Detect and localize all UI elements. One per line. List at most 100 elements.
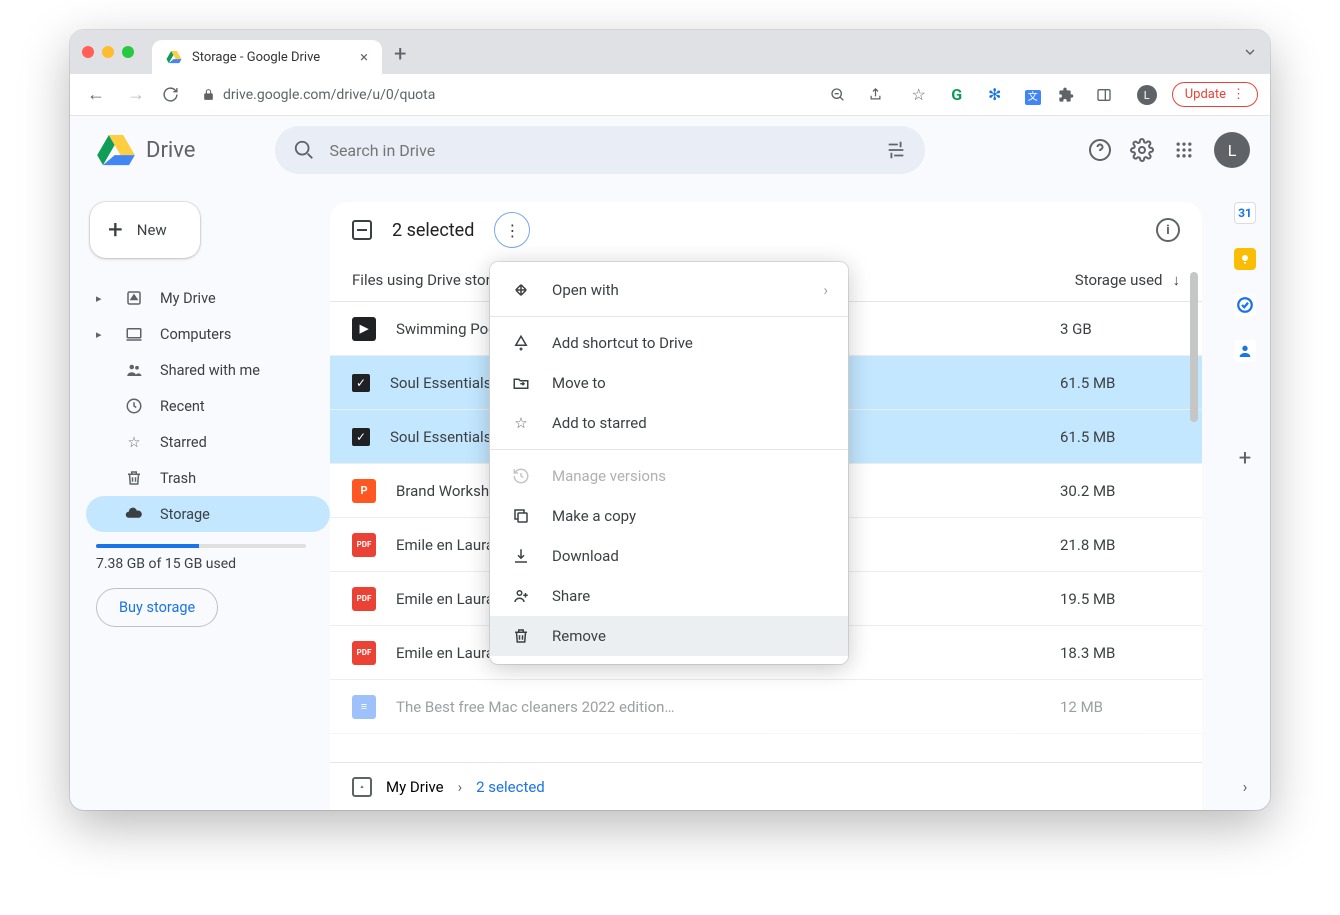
address-bar[interactable]: drive.google.com/drive/u/0/quota [202,87,435,103]
browser-tab[interactable]: Storage - Google Drive × [152,40,382,74]
sidebar-item-shared[interactable]: Shared with me [86,352,330,388]
kebab-icon: ⋮ [504,221,520,240]
minimize-window-button[interactable] [102,46,114,58]
reload-button[interactable] [162,86,190,103]
settings-icon[interactable] [1130,138,1154,162]
move-to-icon [510,374,532,392]
sidebar-item-storage[interactable]: Storage [86,496,330,532]
help-icon[interactable] [1088,138,1112,162]
close-tab-icon[interactable]: × [360,48,368,66]
download-icon [510,547,532,565]
pdf-file-icon: PDF [352,587,376,611]
tasks-app-icon[interactable] [1234,294,1256,316]
contacts-app-icon[interactable] [1234,340,1256,362]
menu-manage-versions: Manage versions [490,456,848,496]
browser-tab-strip: Storage - Google Drive × + [70,30,1270,74]
file-row[interactable]: ≡ The Best free Mac cleaners 2022 editio… [330,680,1202,734]
back-button[interactable]: ← [82,84,110,105]
storage-icon [124,505,144,523]
share-icon[interactable] [868,87,894,102]
computers-icon [124,325,144,343]
new-tab-button[interactable]: + [394,42,406,67]
menu-download[interactable]: Download [490,536,848,576]
menu-move-to[interactable]: Move to [490,363,848,403]
selection-count: 2 selected [392,220,474,241]
sidebar-item-trash[interactable]: Trash [86,460,330,496]
pdf-file-icon: PDF [352,641,376,665]
lock-icon [202,88,215,101]
buy-storage-button[interactable]: Buy storage [96,588,218,627]
deselect-checkbox[interactable] [352,220,372,240]
chevron-right-icon: › [458,778,463,796]
keep-app-icon[interactable] [1234,248,1256,270]
close-window-button[interactable] [82,46,94,58]
menu-add-shortcut[interactable]: Add shortcut to Drive [490,323,848,363]
extensions-icon[interactable] [1058,87,1084,103]
slides-file-icon: P [352,479,376,503]
app-header: Drive L [70,116,1270,184]
sidebar-item-recent[interactable]: Recent [86,388,330,424]
breadcrumb-current[interactable]: 2 selected [476,778,545,796]
my-drive-icon [352,777,372,797]
breadcrumb-root[interactable]: My Drive [386,778,444,796]
more-actions-button[interactable]: ⋮ [494,212,530,248]
window-controls [82,46,134,58]
copy-icon [510,507,532,525]
add-shortcut-icon [510,334,532,352]
doc-file-icon: ≡ [352,695,376,719]
expand-icon[interactable]: ▸ [96,292,108,305]
storage-progress-bar [96,544,306,548]
menu-make-copy[interactable]: Make a copy [490,496,848,536]
chevron-right-icon: › [823,281,828,299]
drive-favicon [166,49,182,65]
calendar-app-icon[interactable]: 31 [1234,202,1256,224]
sort-arrow-icon[interactable]: ↓ [1173,271,1181,289]
new-button[interactable]: + New [90,202,200,258]
update-button[interactable]: Update ⋮ [1172,82,1258,107]
tabs-overflow-icon[interactable] [1242,44,1258,60]
sidebar: + New ▸ My Drive ▸ Computers Shared with… [70,116,330,810]
bookmark-icon[interactable]: ☆ [906,85,932,104]
pdf-file-icon: PDF [352,533,376,557]
scrollbar-thumb[interactable] [1190,272,1198,422]
open-with-icon [510,281,532,299]
header-storage-used[interactable]: Storage used [1075,271,1163,289]
trash-icon [510,627,532,645]
menu-open-with[interactable]: Open with › [490,270,848,310]
trash-icon [124,469,144,487]
sidebar-item-starred[interactable]: ☆ Starred [86,424,330,460]
forward-button[interactable]: → [122,84,150,105]
share-person-icon [510,587,532,605]
extension-g-icon[interactable]: G [944,85,970,104]
zoom-icon[interactable] [830,87,856,103]
kebab-icon: ⋮ [1232,87,1245,102]
checked-icon[interactable]: ✓ [352,428,370,446]
extension-snowflake-icon[interactable]: ✻ [982,85,1008,104]
menu-add-starred[interactable]: ☆ Add to starred [490,403,848,443]
search-filter-icon[interactable] [885,139,907,161]
add-addon-button[interactable]: + [1239,446,1251,471]
search-input[interactable] [329,141,871,160]
apps-grid-icon[interactable] [1172,138,1196,162]
info-button[interactable]: i [1156,218,1180,242]
menu-remove[interactable]: Remove [490,616,848,656]
tab-title: Storage - Google Drive [192,50,320,65]
checked-icon[interactable]: ✓ [352,374,370,392]
maximize-window-button[interactable] [122,46,134,58]
context-menu: Open with › Add shortcut to Drive Move t… [490,262,848,664]
storage-used-text: 7.38 GB of 15 GB used [96,556,330,572]
expand-icon[interactable]: ▸ [96,328,108,341]
search-bar[interactable] [275,126,925,174]
sidepanel-icon[interactable] [1096,87,1122,103]
sidebar-item-computers[interactable]: ▸ Computers [86,316,330,352]
extension-translate-icon[interactable]: 文 [1020,85,1046,104]
account-avatar[interactable]: L [1214,132,1250,168]
profile-avatar-icon[interactable]: L [1134,84,1160,106]
collapse-rail-icon[interactable]: › [1243,777,1248,796]
search-icon [293,139,315,161]
drive-logo-text: Drive [146,138,195,163]
sidebar-item-my-drive[interactable]: ▸ My Drive [86,280,330,316]
menu-share[interactable]: Share [490,576,848,616]
shared-icon [124,361,144,379]
drive-logo[interactable]: Drive [96,130,195,170]
